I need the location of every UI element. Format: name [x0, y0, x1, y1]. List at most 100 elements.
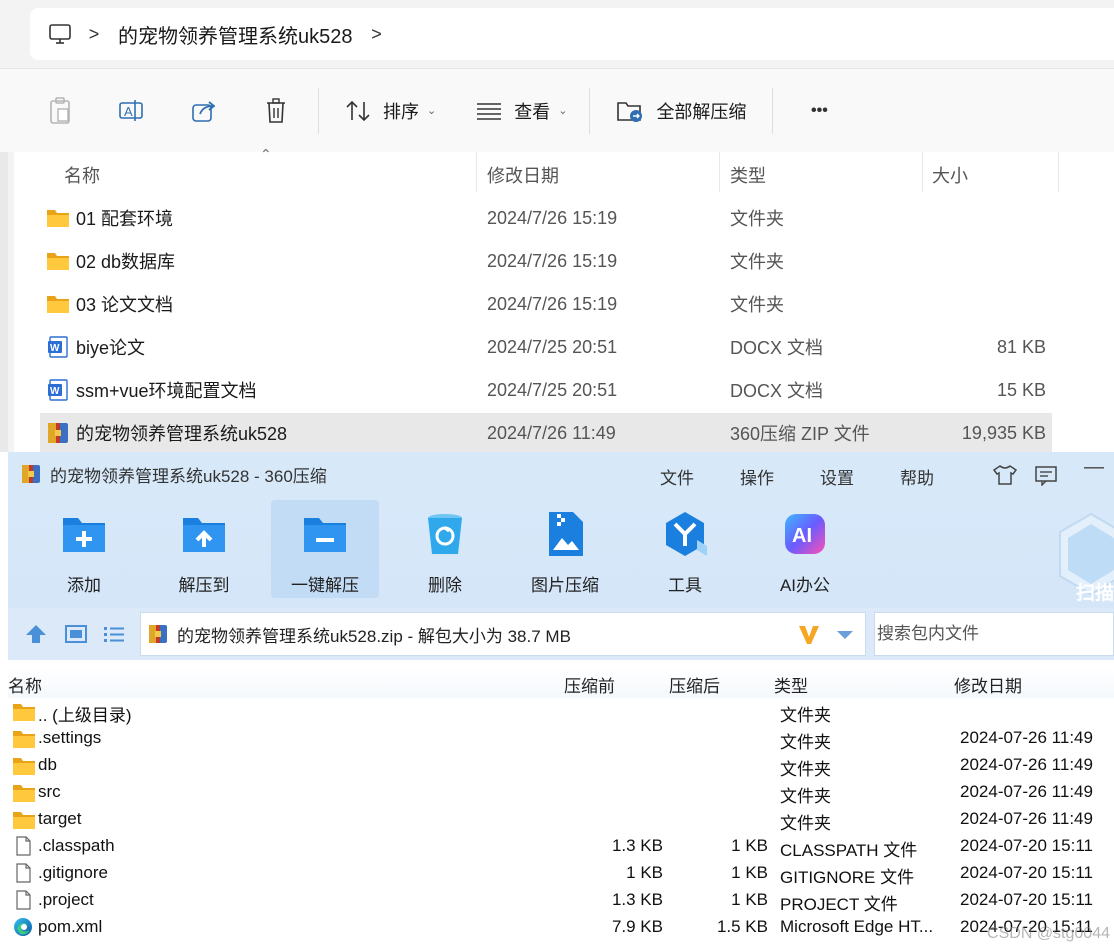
skin-shirt-icon[interactable]	[992, 464, 1018, 486]
archive-column-header: 名称 压缩前 压缩后 类型 修改日期	[8, 668, 1114, 698]
command-bar: A 排序 ⌄ 查看 ⌄ 全部解压缩 •••	[0, 68, 1114, 152]
sort-button[interactable]: 排序 ⌄	[345, 81, 436, 141]
entry-size-before: 1 KB	[626, 863, 663, 883]
entry-type: Microsoft Edge HT...	[780, 917, 933, 937]
archive-entry-row[interactable]: .gitignore1 KB1 KBGITIGNORE 文件2024-07-20…	[8, 860, 1114, 887]
file-type: 360压缩 ZIP 文件	[730, 420, 870, 446]
title-bar: 的宠物领养管理系统uk528 - 360压缩 文件 操作 设置 帮助 —	[8, 452, 1114, 496]
trash-icon	[264, 98, 288, 124]
column-after[interactable]: 压缩后	[669, 672, 720, 697]
column-divider	[922, 152, 923, 192]
more-options-button[interactable]: •••	[795, 81, 843, 141]
archive-entry-row[interactable]: pom.xml7.9 KB1.5 KBMicrosoft Edge HT...2…	[8, 914, 1114, 941]
tool-image-compress-button[interactable]: 图片压缩	[511, 500, 619, 598]
minimize-icon[interactable]: —	[1084, 456, 1104, 479]
file-row[interactable]: 02 db数据库2024/7/26 15:19文件夹	[40, 241, 1052, 281]
archive-search-field[interactable]	[874, 612, 1114, 656]
sort-icon	[345, 100, 371, 122]
menu-help[interactable]: 帮助	[900, 464, 934, 489]
file-row[interactable]: Wssm+vue环境配置文档2024/7/25 20:51DOCX 文档15 K…	[40, 370, 1052, 410]
svg-text:W: W	[50, 343, 60, 354]
file-type: 文件夹	[730, 248, 784, 274]
file-type: 文件夹	[730, 291, 784, 317]
archive-entry-row[interactable]: .project1.3 KB1 KBPROJECT 文件2024-07-20 1…	[8, 887, 1114, 914]
column-modified[interactable]: 修改日期	[487, 162, 559, 188]
feedback-icon[interactable]	[1034, 464, 1058, 486]
extract-all-button[interactable]: 全部解压缩	[616, 81, 746, 141]
file-name: 的宠物领养管理系统uk528	[76, 420, 287, 446]
paste-button[interactable]	[32, 81, 88, 141]
up-level-icon[interactable]	[24, 622, 48, 646]
this-pc-icon[interactable]	[46, 20, 74, 48]
entry-type: 文件夹	[780, 755, 831, 780]
list-view-icon[interactable]	[102, 622, 126, 646]
entry-type: 文件夹	[780, 782, 831, 807]
tool-tools-label: 工具	[631, 571, 739, 596]
column-name[interactable]: 名称	[64, 162, 100, 188]
tool-extract-to-button[interactable]: 解压到	[150, 500, 258, 598]
file-size: 81 KB	[997, 337, 1046, 358]
archive-entry-row[interactable]: .settings 文件夹 2024-07-26 11:49	[8, 725, 1114, 752]
archive-path-field[interactable]: 的宠物领养管理系统uk528.zip - 解包大小为 38.7 MB	[140, 612, 866, 656]
verified-v-icon[interactable]	[797, 623, 821, 647]
menu-operation[interactable]: 操作	[740, 464, 774, 489]
breadcrumb-folder[interactable]: 的宠物领养管理系统uk528	[114, 20, 357, 49]
entry-type: PROJECT 文件	[780, 890, 898, 915]
address-bar[interactable]: > 的宠物领养管理系统uk528 >	[30, 8, 1114, 60]
entry-modified: 2024-07-20 15:11	[960, 863, 1093, 883]
zip-icon	[46, 422, 70, 444]
archive-entry-row[interactable]: src文件夹2024-07-26 11:49	[8, 779, 1114, 806]
breadcrumb-chevron-icon[interactable]: >	[357, 24, 397, 45]
extract-all-label: 全部解压缩	[656, 98, 746, 124]
tool-add-button[interactable]: 添加	[30, 500, 138, 598]
view-button[interactable]: 查看 ⌄	[476, 81, 567, 141]
column-type[interactable]: 类型	[774, 672, 808, 697]
tool-delete-label: 删除	[391, 571, 499, 596]
column-modified[interactable]: 修改日期	[954, 672, 1022, 697]
tool-image-compress-label: 图片压缩	[511, 571, 619, 596]
column-divider	[719, 152, 720, 192]
entry-modified: 2024-07-26 11:49	[960, 782, 1093, 802]
svg-text:AI: AI	[792, 525, 812, 547]
entry-name: db	[38, 755, 57, 775]
file-row[interactable]: 01 配套环境2024/7/26 15:19文件夹	[40, 198, 1052, 238]
breadcrumb-chevron-icon[interactable]: >	[74, 24, 114, 45]
entry-modified: 2024-07-20 15:11	[960, 836, 1093, 856]
archive-window: 的宠物领养管理系统uk528 - 360压缩 文件 操作 设置 帮助 — 添加 …	[8, 452, 1114, 947]
entry-name: .settings	[38, 728, 101, 748]
thumbnail-view-icon[interactable]	[64, 622, 88, 646]
menu-settings[interactable]: 设置	[820, 464, 854, 489]
archive-entry-row[interactable]: .. (上级目录)文件夹	[8, 698, 1114, 725]
tool-ai-office-button[interactable]: AI AI办公	[751, 500, 859, 598]
entry-type: 文件夹	[780, 701, 831, 726]
column-type[interactable]: 类型	[730, 162, 766, 188]
archive-entry-row[interactable]: target文件夹2024-07-26 11:49	[8, 806, 1114, 833]
column-size[interactable]: 大小	[932, 162, 968, 188]
search-input[interactable]	[877, 624, 1107, 644]
file-row[interactable]: Wbiye论文2024/7/25 20:51DOCX 文档81 KB	[40, 327, 1052, 367]
entry-name: .classpath	[38, 836, 115, 856]
column-before[interactable]: 压缩前	[564, 672, 615, 697]
vertical-scrollbar[interactable]	[0, 152, 8, 452]
tools-icon	[661, 510, 709, 558]
tool-one-click-extract-button[interactable]: 一键解压	[271, 500, 379, 598]
file-row[interactable]: 03 论文文档2024/7/26 15:19文件夹	[40, 284, 1052, 324]
file-size: 15 KB	[997, 380, 1046, 401]
archive-entry-row[interactable]: db文件夹2024-07-26 11:49	[8, 752, 1114, 779]
tool-tools-button[interactable]: 工具	[631, 500, 739, 598]
column-name[interactable]: 名称	[8, 672, 42, 697]
file-size: 19,935 KB	[962, 423, 1046, 444]
file-modified: 2024/7/26 15:19	[487, 208, 617, 229]
rename-button[interactable]: A	[104, 81, 160, 141]
tool-delete-button[interactable]: 删除	[391, 500, 499, 598]
entry-type: 文件夹	[780, 728, 831, 753]
archive-entry-row[interactable]: .classpath1.3 KB1 KBCLASSPATH 文件2024-07-…	[8, 833, 1114, 860]
entry-modified: 2024-07-26 11:49	[960, 728, 1093, 748]
delete-button[interactable]	[248, 81, 304, 141]
chevron-down-icon[interactable]	[835, 629, 855, 641]
file-row[interactable]: 的宠物领养管理系统uk5282024/7/26 11:49360压缩 ZIP 文…	[40, 413, 1052, 453]
toolbar-divider	[772, 88, 773, 134]
share-button[interactable]	[176, 81, 232, 141]
menu-file[interactable]: 文件	[660, 464, 694, 489]
entry-size-before: 7.9 KB	[612, 917, 663, 937]
